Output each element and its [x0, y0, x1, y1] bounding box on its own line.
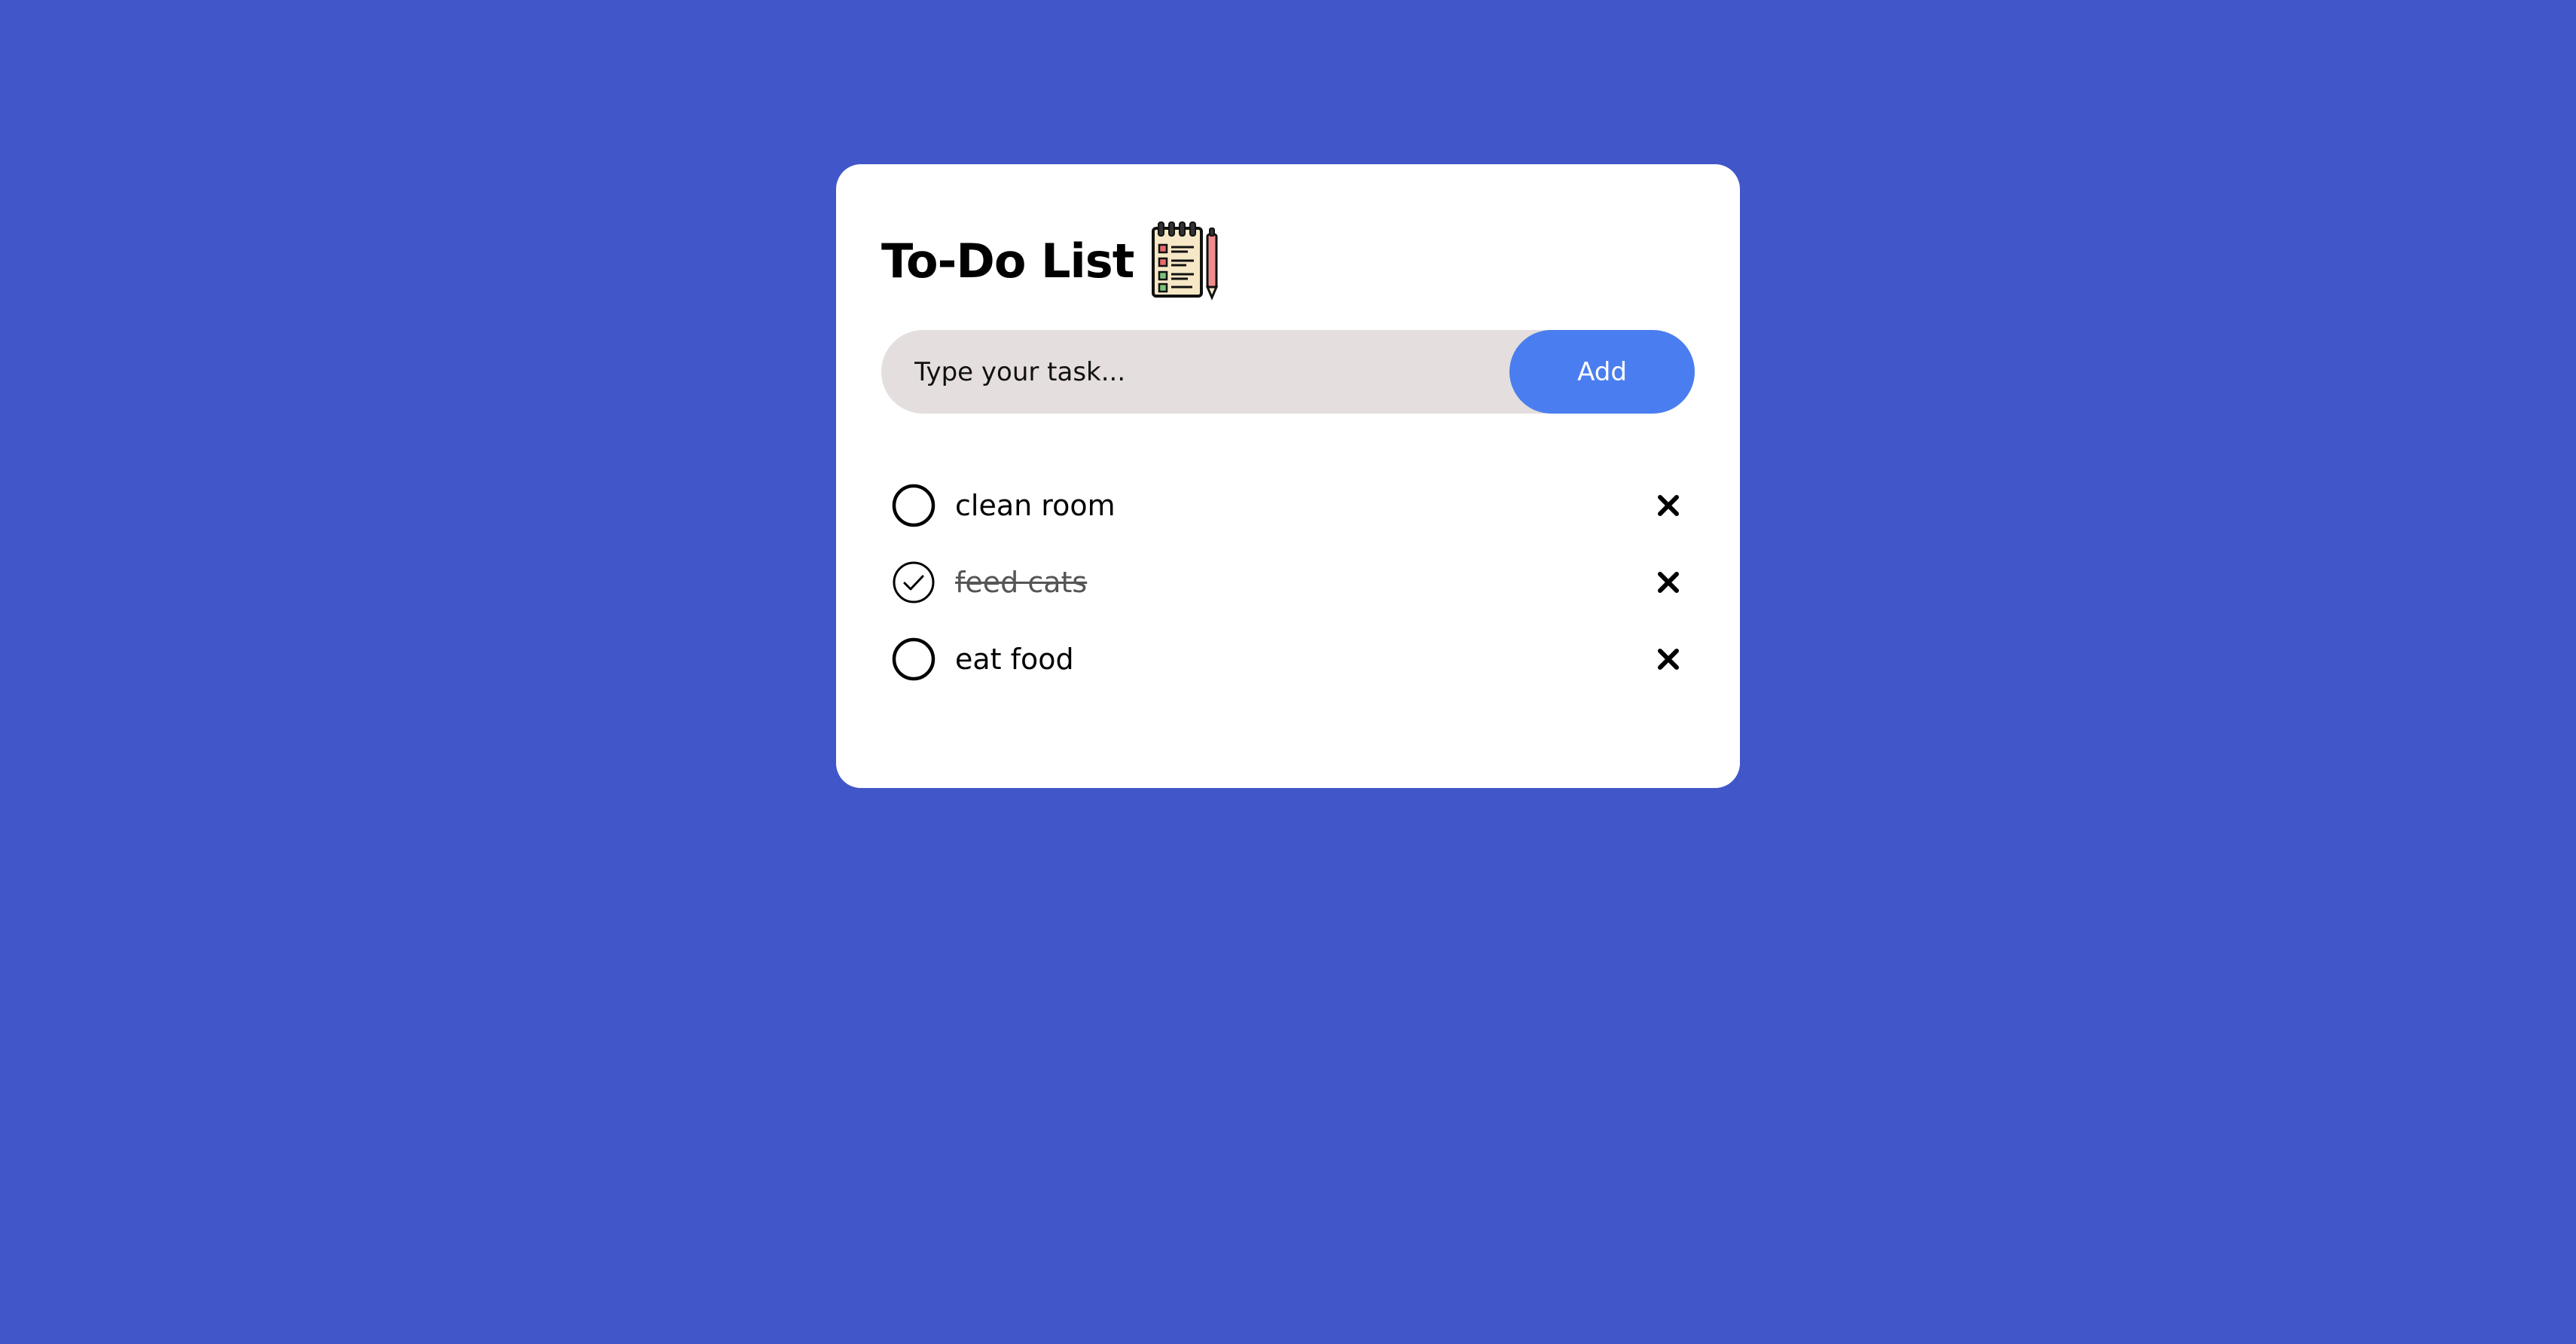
add-button[interactable]: Add [1509, 330, 1695, 414]
notepad-checklist-icon [1152, 221, 1219, 301]
checked-circle-icon[interactable] [892, 561, 935, 604]
list-item[interactable]: feed cats [892, 544, 1687, 621]
list-item[interactable]: eat food [892, 621, 1687, 698]
todo-card: To-Do List Type your task... Add clean r… [836, 164, 1740, 788]
page-title: To-Do List [881, 233, 1134, 289]
unchecked-circle-icon[interactable] [892, 637, 935, 681]
task-input[interactable] [881, 330, 1514, 414]
add-task-bar: Add [881, 330, 1695, 414]
close-icon[interactable] [1650, 487, 1687, 524]
task-text: eat food [955, 643, 1074, 676]
list-item[interactable]: clean room [892, 467, 1687, 544]
unchecked-circle-icon[interactable] [892, 484, 935, 527]
close-icon[interactable] [1650, 564, 1687, 601]
close-icon[interactable] [1650, 640, 1687, 678]
task-text: clean room [955, 489, 1116, 522]
title-row: To-Do List [881, 218, 1222, 303]
task-list: clean room feed cats eat food [892, 467, 1687, 698]
task-text: feed cats [955, 566, 1088, 599]
